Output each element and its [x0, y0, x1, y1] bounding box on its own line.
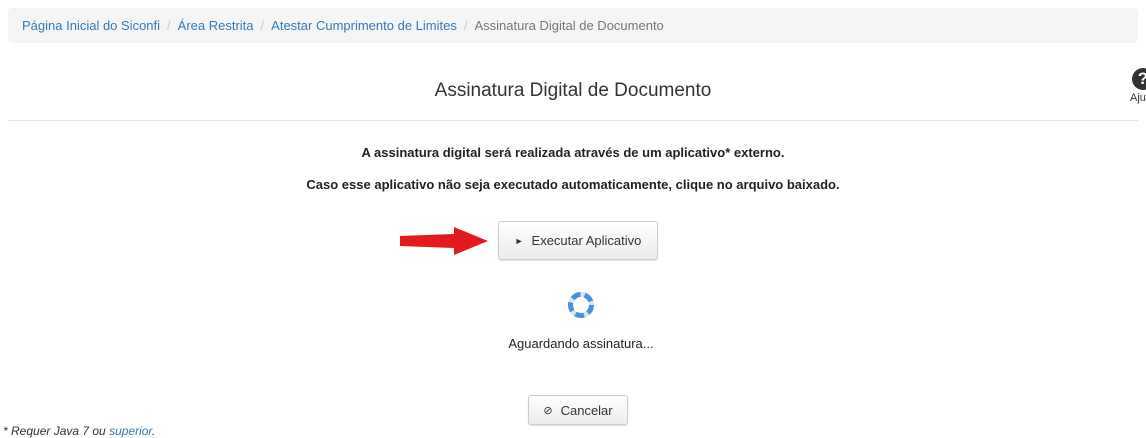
- title-divider: [8, 120, 1138, 121]
- breadcrumb-link-attest-limits[interactable]: Atestar Cumprimento de Limites: [271, 18, 457, 33]
- footnote-text: * Requer Java 7 ou: [3, 424, 110, 438]
- java-requirement-note: * Requer Java 7 ou superior.: [3, 424, 155, 438]
- loading-spinner-icon: [568, 292, 594, 318]
- footnote-suffix: .: [152, 424, 156, 438]
- breadcrumb-separator: /: [463, 18, 468, 33]
- help-button[interactable]: ? Ajuda: [1124, 68, 1146, 114]
- info-message-external-app: A assinatura digital será realizada atra…: [361, 145, 785, 160]
- info-message-open-download: Caso esse aplicativo não seja executado …: [306, 177, 840, 192]
- breadcrumb: Página Inicial do Siconfi / Área Restrit…: [8, 8, 1138, 43]
- execute-application-button[interactable]: ► Executar Aplicativo: [498, 221, 658, 260]
- play-icon: ►: [514, 235, 524, 246]
- red-arrow-icon: [400, 227, 488, 255]
- cancel-button[interactable]: ⊘ Cancelar: [528, 395, 628, 425]
- ban-icon: ⊘: [543, 404, 553, 417]
- cancel-label: Cancelar: [560, 402, 613, 418]
- page-title: Assinatura Digital de Documento: [434, 80, 712, 101]
- breadcrumb-link-restricted-area[interactable]: Área Restrita: [178, 18, 254, 33]
- help-label: Ajuda: [1130, 92, 1146, 104]
- breadcrumb-current: Assinatura Digital de Documento: [474, 18, 664, 33]
- breadcrumb-separator: /: [260, 18, 265, 33]
- superior-link[interactable]: superior: [109, 424, 152, 438]
- status-text: Aguardando assinatura...: [508, 336, 654, 351]
- breadcrumb-separator: /: [167, 18, 171, 33]
- question-circle-icon: ?: [1132, 68, 1146, 90]
- breadcrumb-link-home[interactable]: Página Inicial do Siconfi: [22, 18, 160, 33]
- execute-application-label: Executar Aplicativo: [531, 233, 642, 248]
